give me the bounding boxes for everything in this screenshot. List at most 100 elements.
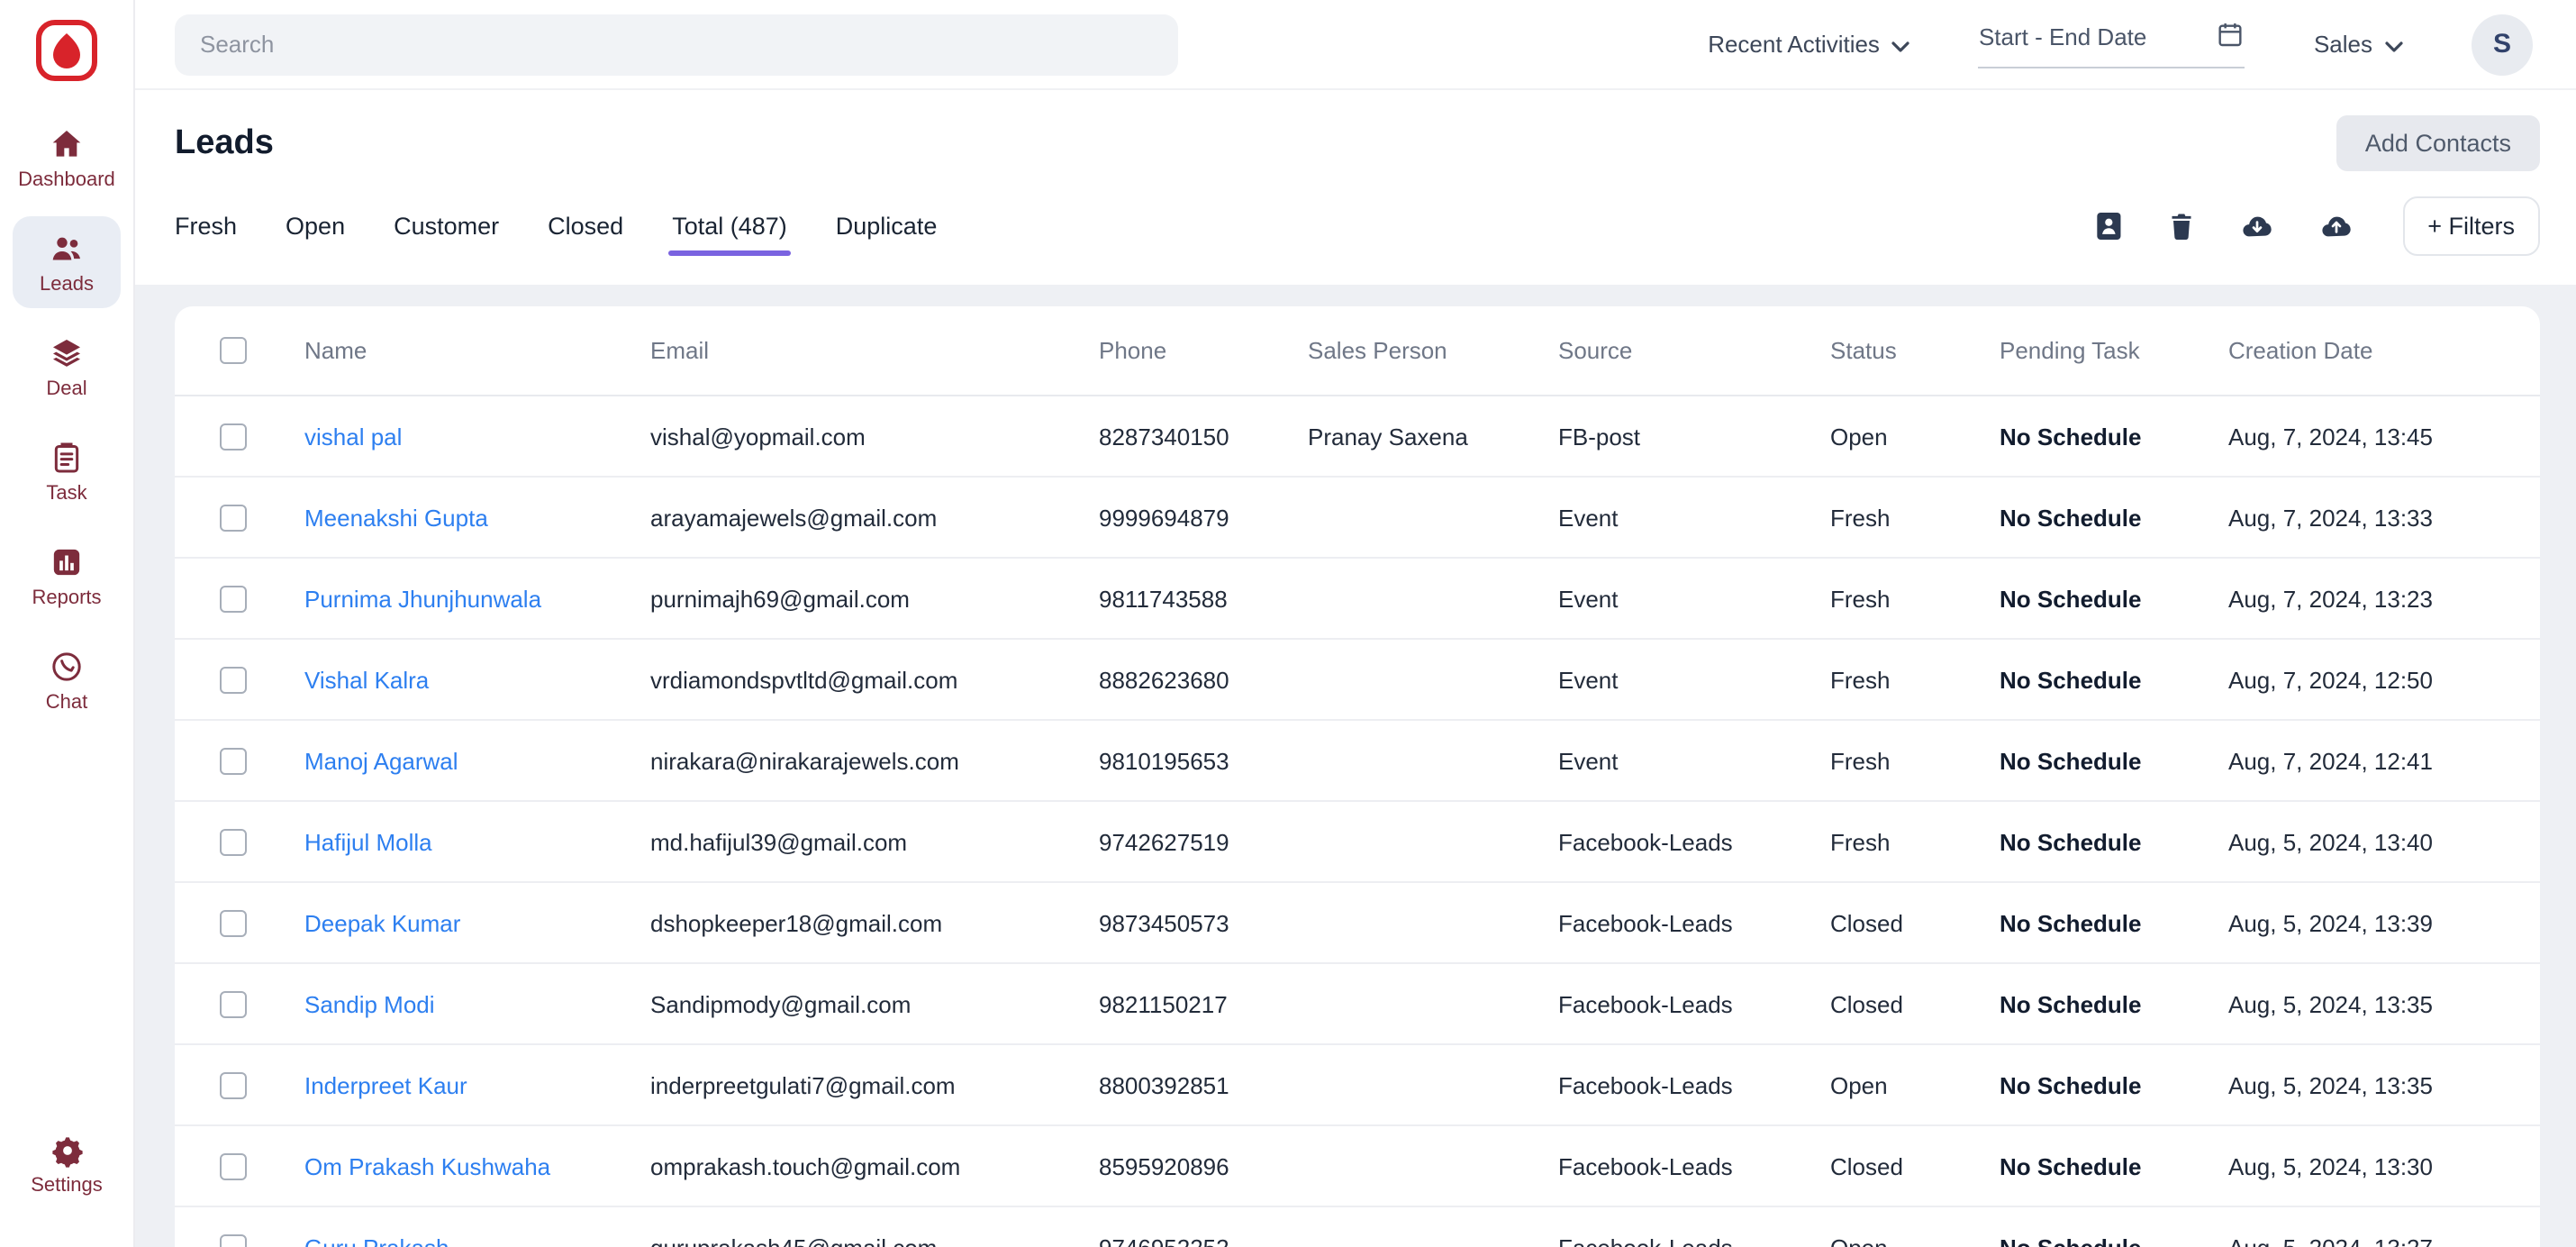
cell-sales-person [1308, 720, 1558, 801]
row-checkbox-cell [175, 558, 304, 639]
recent-activities-label: Recent Activities [1708, 31, 1880, 58]
row-checkbox[interactable] [220, 666, 247, 693]
cell-pending-task: No Schedule [2000, 558, 2228, 639]
cell-source: Facebook-Leads [1558, 1044, 1830, 1125]
tab-fresh[interactable]: Fresh [175, 213, 237, 240]
lead-name-link[interactable]: Manoj Agarwal [304, 747, 458, 774]
column-header-pending-task: Pending Task [2000, 306, 2228, 396]
row-checkbox[interactable] [220, 909, 247, 936]
lead-name-link[interactable]: Deepak Kumar [304, 909, 460, 936]
cell-phone: 8287340150 [1099, 396, 1308, 477]
row-checkbox-cell [175, 1206, 304, 1247]
cell-creation-date: Aug, 7, 2024, 12:50 [2228, 639, 2540, 720]
table-row: Vishal Kalravrdiamondspvtltd@gmail.com88… [175, 639, 2540, 720]
row-checkbox[interactable] [220, 423, 247, 450]
table-row: Guru Prakashguruprakash45@gmail.com97469… [175, 1206, 2540, 1247]
row-checkbox[interactable] [220, 990, 247, 1017]
row-checkbox[interactable] [220, 747, 247, 774]
cell-status: Closed [1830, 963, 2000, 1044]
cell-creation-date: Aug, 5, 2024, 13:35 [2228, 1044, 2540, 1125]
cell-phone: 9821150217 [1099, 963, 1308, 1044]
cell-phone: 8800392851 [1099, 1044, 1308, 1125]
sidebar-item-dashboard[interactable]: Dashboard [13, 112, 121, 204]
column-header-name: Name [304, 306, 650, 396]
sidebar-item-task[interactable]: Task [13, 425, 121, 517]
cell-name: Meenakshi Gupta [304, 477, 650, 558]
lead-name-link[interactable]: Inderpreet Kaur [304, 1071, 467, 1098]
role-dropdown[interactable]: Sales [2314, 31, 2403, 58]
sidebar-bottom: Settings [0, 1117, 133, 1222]
cell-status: Fresh [1830, 558, 2000, 639]
filters-button[interactable]: + Filters [2402, 196, 2540, 256]
row-checkbox[interactable] [220, 1071, 247, 1098]
cell-creation-date: Aug, 5, 2024, 13:30 [2228, 1125, 2540, 1206]
add-contacts-button[interactable]: Add Contacts [2336, 115, 2540, 171]
sidebar-item-reports[interactable]: Reports [13, 530, 121, 622]
avatar-initial: S [2493, 29, 2511, 59]
cloud-upload-icon[interactable] [2316, 209, 2355, 243]
tab-customer[interactable]: Customer [394, 213, 499, 240]
row-checkbox[interactable] [220, 504, 247, 531]
row-checkbox[interactable] [220, 828, 247, 855]
cell-status: Open [1830, 1206, 2000, 1247]
lead-name-link[interactable]: Om Prakash Kushwaha [304, 1152, 550, 1179]
sidebar-nav: Dashboard Leads Deal Task Reports Chat [0, 112, 133, 739]
recent-activities-dropdown[interactable]: Recent Activities [1708, 31, 1910, 58]
topbar: Recent Activities Start - End Date Sales [135, 0, 2576, 90]
cloud-download-icon[interactable] [2236, 209, 2276, 243]
row-checkbox[interactable] [220, 1152, 247, 1179]
sidebar-item-label: Reports [32, 587, 101, 609]
lead-name-link[interactable]: Purnima Jhunjhunwala [304, 585, 541, 612]
table-row: Om Prakash Kushwahaomprakash.touch@gmail… [175, 1125, 2540, 1206]
cell-email: Sandipmody@gmail.com [650, 963, 1099, 1044]
main-area: Recent Activities Start - End Date Sales [135, 0, 2576, 1247]
tab-closed[interactable]: Closed [548, 213, 623, 240]
sidebar-item-settings[interactable]: Settings [13, 1117, 121, 1209]
chevron-down-icon [2385, 31, 2403, 58]
cell-name: Hafijul Molla [304, 801, 650, 882]
cell-phone: 9746952252 [1099, 1206, 1308, 1247]
sidebar-item-leads[interactable]: Leads [13, 216, 121, 308]
row-checkbox-cell [175, 477, 304, 558]
leads-icon [47, 231, 86, 267]
cell-phone: 9742627519 [1099, 801, 1308, 882]
cell-status: Closed [1830, 1125, 2000, 1206]
table-row: vishal palvishal@yopmail.com8287340150Pr… [175, 396, 2540, 477]
cell-status: Open [1830, 396, 2000, 477]
search-input[interactable] [175, 14, 1178, 75]
tab-total-487[interactable]: Total (487) [672, 213, 787, 240]
sidebar-item-chat[interactable]: Chat [13, 634, 121, 726]
column-header-phone: Phone [1099, 306, 1308, 396]
cell-name: Sandip Modi [304, 963, 650, 1044]
table-toolbar: + Filters [2091, 196, 2540, 256]
lead-name-link[interactable]: Meenakshi Gupta [304, 504, 488, 531]
tab-open[interactable]: Open [286, 213, 345, 240]
cell-pending-task: No Schedule [2000, 1125, 2228, 1206]
cell-pending-task: No Schedule [2000, 1206, 2228, 1247]
cell-phone: 8882623680 [1099, 639, 1308, 720]
column-header-status: Status [1830, 306, 2000, 396]
cell-source: FB-post [1558, 396, 1830, 477]
user-avatar[interactable]: S [2472, 14, 2533, 75]
select-all-checkbox[interactable] [220, 337, 247, 364]
cell-pending-task: No Schedule [2000, 396, 2228, 477]
topbar-right: Recent Activities Start - End Date Sales [1708, 14, 2533, 75]
date-range-picker[interactable]: Start - End Date [1979, 20, 2245, 68]
cell-name: Inderpreet Kaur [304, 1044, 650, 1125]
tab-duplicate[interactable]: Duplicate [836, 213, 938, 240]
row-checkbox[interactable] [220, 1233, 247, 1247]
lead-name-link[interactable]: vishal pal [304, 423, 402, 450]
lead-name-link[interactable]: Hafijul Molla [304, 828, 432, 855]
cell-sales-person [1308, 1044, 1558, 1125]
delete-icon[interactable] [2164, 209, 2197, 243]
lead-name-link[interactable]: Sandip Modi [304, 990, 435, 1017]
app-logo-icon[interactable] [34, 18, 99, 83]
sidebar-item-deal[interactable]: Deal [13, 321, 121, 413]
lead-name-link[interactable]: Vishal Kalra [304, 666, 429, 693]
app-window: Dashboard Leads Deal Task Reports Chat Settin… [0, 0, 2576, 1247]
contacts-book-icon[interactable] [2091, 209, 2125, 243]
cell-creation-date: Aug, 7, 2024, 13:33 [2228, 477, 2540, 558]
row-checkbox[interactable] [220, 585, 247, 612]
lead-name-link[interactable]: Guru Prakash [304, 1233, 449, 1247]
cell-pending-task: No Schedule [2000, 720, 2228, 801]
